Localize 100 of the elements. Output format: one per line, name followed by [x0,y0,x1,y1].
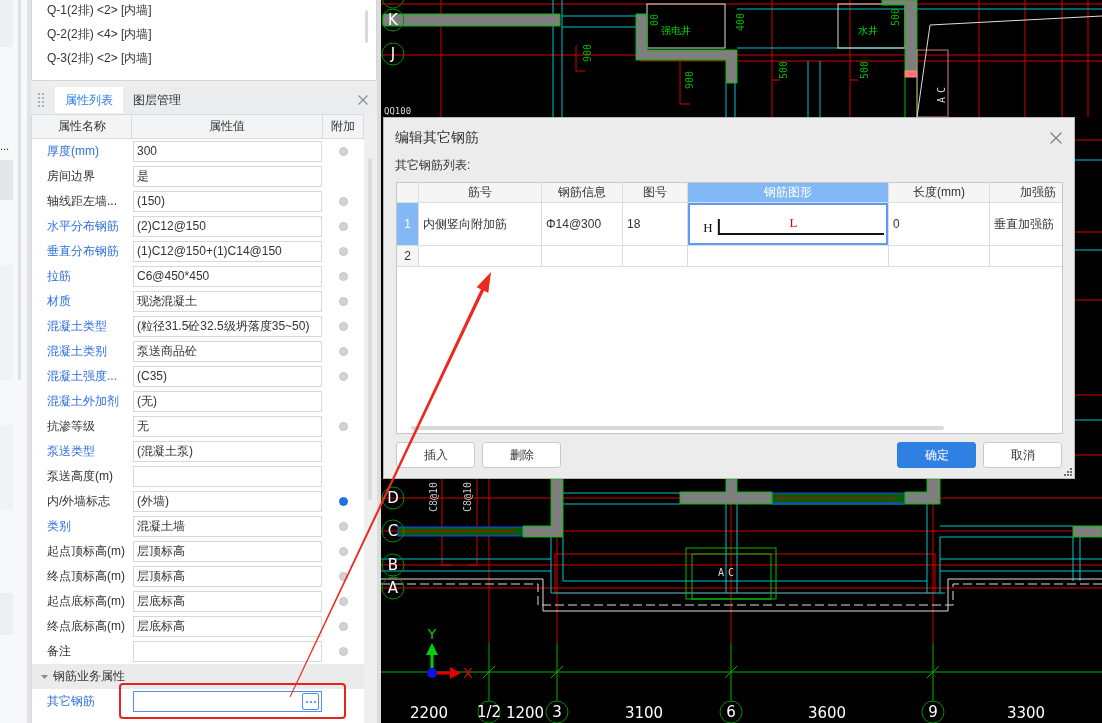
value-field[interactable]: 层顶标高 [133,541,322,562]
toggle-dot[interactable] [339,422,348,431]
table-cell[interactable]: 内侧竖向附加筋 [419,203,542,245]
axis-bubble: 9 [921,700,945,723]
value-field[interactable]: (无) [133,391,322,412]
list-label: 其它钢筋列表: [395,157,471,173]
dimension-text: 500 [889,7,901,27]
property-label: 混凝土强度... [46,368,118,385]
property-label: 起点顶标高(m) [46,543,126,560]
value-field[interactable]: 混凝土墙 [133,516,322,537]
toggle-dot[interactable] [339,547,348,556]
property-label: 混凝土类别 [46,343,108,360]
close-button[interactable] [1050,131,1062,144]
property-label: 类别 [46,518,72,535]
toggle-dot[interactable] [339,247,348,256]
browse-button[interactable] [302,693,319,710]
table-cell[interactable]: 0 [889,203,990,245]
property-label: 终点底标高(m) [46,618,126,635]
toggle-dot[interactable] [339,347,348,356]
property-label: 厚度(mm) [46,143,100,160]
table-cell[interactable]: 18 [623,203,688,245]
value-field[interactable]: 层顶标高 [133,566,322,587]
dimension-text: 1200 [505,704,545,722]
row-header[interactable]: 2 [397,246,419,266]
value-field[interactable]: 泵送商品砼 [133,341,322,362]
toggle-dot[interactable] [339,372,348,381]
column-header: 附加 [323,115,364,138]
toggle-dot[interactable] [339,272,348,281]
close-button[interactable] [358,95,368,105]
property-label: 房间边界 [46,168,96,185]
axis-bubble: 6 [719,700,743,723]
value-field[interactable]: 无 [133,416,322,437]
column-header[interactable]: 钢筋信息 [542,183,623,202]
value-field[interactable]: 层底标高 [133,591,322,612]
property-label: 备注 [46,643,72,660]
rebar-note: C8@10 [461,481,473,513]
value-field[interactable]: 300 [133,141,322,162]
axis-bubble: 3 [545,700,569,723]
scrollbar[interactable] [365,10,368,43]
group-header[interactable]: 钢筋业务属性 [32,664,364,689]
dialog-button[interactable]: 确定 [897,442,976,468]
dimension-text: 500 [777,60,789,80]
dimension-label: L [789,215,798,230]
toggle-dot[interactable] [339,147,348,156]
column-header[interactable]: 加强筋 [990,183,1062,202]
drag-handle-icon[interactable] [38,93,44,107]
tab[interactable]: 属性列表 [55,87,123,113]
dimension-text: 900 [683,70,695,90]
property-label: 内/外墙标志 [46,493,112,510]
toggle-dot[interactable] [339,597,348,606]
value-field[interactable]: (1)C12@150+(1)C14@150 [133,241,322,262]
value-field[interactable]: 层底标高 [133,616,322,637]
toggle-dot[interactable] [339,647,348,656]
toggle-dot[interactable] [339,197,348,206]
group-title: 钢筋业务属性 [53,668,125,685]
dialog-button[interactable]: 删除 [482,442,561,468]
dialog-button[interactable]: 取消 [983,442,1062,468]
value-field[interactable]: 现浇混凝土 [133,291,322,312]
table-cell[interactable]: 垂直加强筋 [990,203,1062,245]
toggle-dot[interactable] [339,222,348,231]
property-label: 抗渗等级 [46,418,96,435]
unit-label: AC [718,566,738,578]
dialog-button[interactable]: 插入 [396,442,475,468]
property-label: 起点底标高(m) [46,593,126,610]
value-field[interactable]: 是 [133,166,322,187]
value-field[interactable]: (外墙) [133,491,322,512]
tab[interactable]: 图层管理 [123,87,191,113]
value-field[interactable]: (粒径31.5砼32.5级坍落度35~50) [133,316,322,337]
dimension-text: 00 [648,14,660,26]
list-item[interactable]: Q-2(2排) <4> [内墙] [47,24,376,44]
ellipsis-icon [305,700,316,703]
list-item[interactable]: Q-3(2排) <2> [内墙] [47,48,376,68]
column-header[interactable]: 筋号 [419,183,542,202]
toggle-dot[interactable] [339,497,348,506]
toggle-dot[interactable] [339,322,348,331]
value-field[interactable]: (C35) [133,366,322,387]
toggle-dot[interactable] [339,297,348,306]
value-field[interactable]: C6@450*450 [133,266,322,287]
coordinate-axes: Y X [426,626,473,681]
scrollbar[interactable] [411,426,944,430]
table-cell[interactable]: H L [688,203,889,245]
axis-bubble: A [381,576,405,600]
value-field[interactable]: (150) [133,191,322,212]
toggle-dot[interactable] [339,622,348,631]
wall-tag: QQ100 [384,106,412,116]
value-field[interactable]: (混凝土泵) [133,441,322,462]
dimension-text: 2200 [409,704,449,722]
value-field[interactable] [133,691,322,712]
table-cell[interactable]: Φ14@300 [542,203,623,245]
toggle-dot[interactable] [339,522,348,531]
property-label: 混凝土外加剂 [46,393,120,410]
room-label: 强电井 [661,24,691,36]
value-field[interactable]: (2)C12@150 [133,216,322,237]
close-icon [1050,131,1062,144]
list-item[interactable]: Q-1(2排) <2> [内墙] [47,0,376,20]
rebar-note: C8@10 [427,481,439,513]
column-header[interactable]: 长度(mm) [889,183,990,202]
axis-bubble: 1/2 [476,700,502,723]
resize-grip-icon[interactable] [1064,468,1072,476]
property-label: 拉筋 [46,268,72,285]
